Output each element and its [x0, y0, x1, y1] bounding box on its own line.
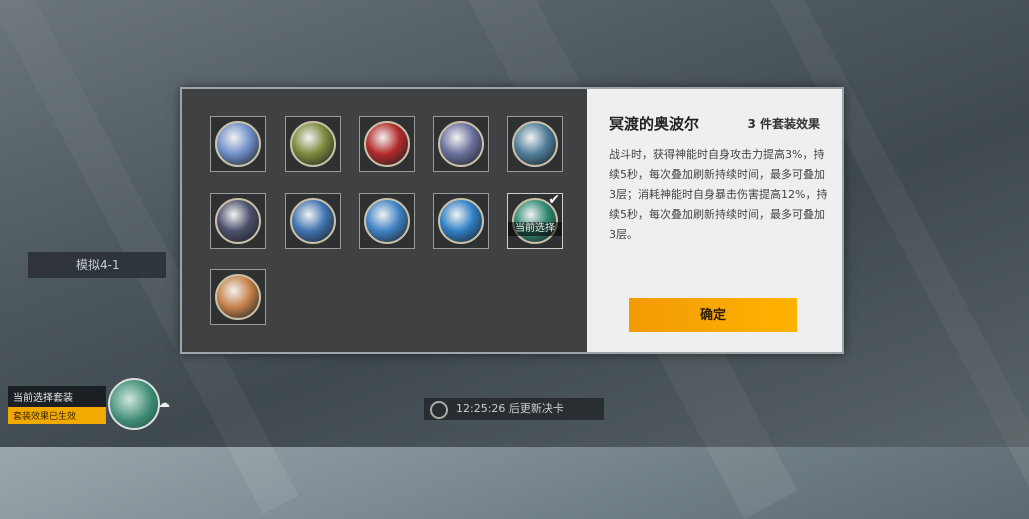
cloud-icon: ☁: [158, 396, 170, 410]
set-slot[interactable]: [359, 193, 415, 249]
set-grid: ✔ 当前选择: [182, 89, 587, 352]
set-description: 战斗时，获得神能时自身攻击力提高3%，持续5秒，每次叠加刷新持续时间，最多可叠加…: [609, 148, 828, 241]
spartan-helmet-emblem-icon: [290, 121, 336, 167]
current-set-badge: 当前选择套装 套装效果已生效: [8, 386, 106, 426]
pillars-emblem-icon: [215, 198, 261, 244]
refresh-timer: 12:25:26 后更新决卡: [424, 398, 604, 420]
crystal-emblem-icon: [364, 198, 410, 244]
set-title: 冥渡的奥波尔: [609, 115, 700, 133]
set-badge-sub: 套装效果已生效: [8, 407, 106, 424]
set-slot[interactable]: [285, 193, 341, 249]
set-slot[interactable]: [210, 193, 266, 249]
clock-icon: [430, 401, 448, 419]
phoenix-emblem-icon: [215, 274, 261, 320]
set-badge-name: 当前选择套装: [8, 386, 106, 407]
temple-emblem-icon: [512, 121, 558, 167]
set-select-dialog: ✔ 当前选择 冥渡的奥波尔 3 件套装效果 战斗时，获得神能时自身攻击力提高3%，…: [180, 87, 844, 354]
set-slot[interactable]: [210, 269, 266, 325]
set-effect-label: 3 件套装效果: [747, 117, 820, 131]
set-slot[interactable]: [433, 116, 489, 172]
swan-star-emblem-icon: [290, 198, 336, 244]
confirm-button[interactable]: 确定: [629, 298, 797, 332]
current-selection-tag: 当前选择: [508, 222, 562, 236]
stage-text: 模拟4-1: [76, 258, 120, 272]
set-detail-panel: 冥渡的奥波尔 3 件套装效果 战斗时，获得神能时自身攻击力提高3%，持续5秒，每…: [587, 89, 842, 352]
timer-text: 12:25:26 后更新决卡: [456, 402, 564, 415]
check-icon: ✔: [548, 192, 560, 208]
set-slot[interactable]: [433, 193, 489, 249]
set-slot[interactable]: [210, 116, 266, 172]
stage-label: 模拟4-1: [28, 252, 166, 278]
set-slot[interactable]: [285, 116, 341, 172]
set-slot[interactable]: [359, 116, 415, 172]
dolphin-emblem-icon[interactable]: [108, 378, 160, 430]
sun-banner-emblem-icon: [364, 121, 410, 167]
spear-ring-emblem-icon: [438, 121, 484, 167]
whale-emblem-icon: [438, 198, 484, 244]
set-slot[interactable]: [507, 116, 563, 172]
wave-crest-emblem-icon: [215, 121, 261, 167]
set-slot[interactable]: ✔ 当前选择: [507, 192, 563, 249]
